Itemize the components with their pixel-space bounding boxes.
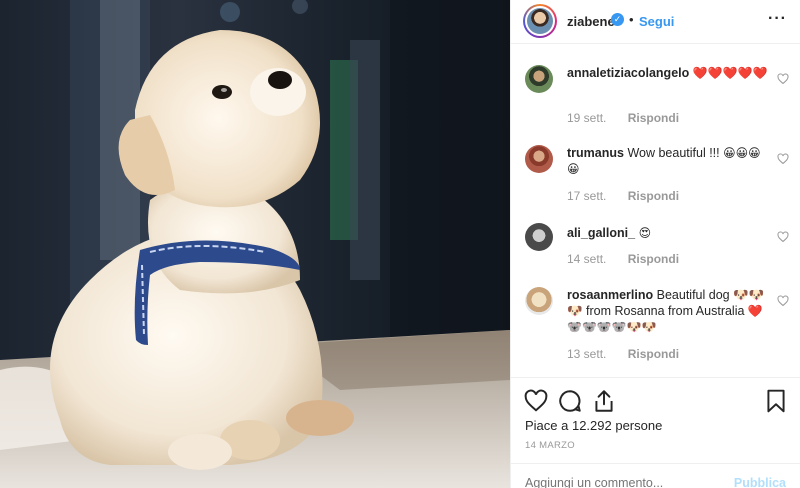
dog-photo <box>0 0 510 488</box>
comment-text: trumanus Wow beautiful !!! 😀😀😀😀 <box>567 145 772 177</box>
reply-button[interactable]: Rispondi <box>628 111 679 125</box>
share-icon[interactable] <box>591 388 617 414</box>
section-divider <box>511 463 800 464</box>
author-avatar[interactable] <box>523 4 557 38</box>
header-separator: • <box>629 12 634 27</box>
comment-body: Wow beautiful !!! <box>627 146 720 160</box>
commenter-avatar[interactable] <box>525 287 553 315</box>
post-header: ziabene ✓ • Segui ··· <box>511 0 800 44</box>
comment-time[interactable]: 14 sett. <box>567 252 606 266</box>
commenter-username[interactable]: ali_galloni_ <box>567 226 635 240</box>
commenter-username[interactable]: annaletiziacolangelo <box>567 66 689 80</box>
commenter-avatar[interactable] <box>525 65 553 93</box>
comment-emoji: 😍 <box>638 226 652 240</box>
comment-text: rosaanmerlino Beautiful dog 🐶🐶🐶 from Ros… <box>567 287 772 335</box>
commenter-avatar[interactable] <box>525 145 553 173</box>
like-comment-heart-icon[interactable] <box>777 295 789 307</box>
follow-button[interactable]: Segui <box>639 14 674 29</box>
comment-meta: 14 sett. Rispondi <box>567 252 679 266</box>
comment-text: ali_galloni_ 😍 <box>567 225 772 241</box>
publish-button[interactable]: Pubblica <box>734 476 786 488</box>
comment-meta: 13 sett. Rispondi <box>567 347 679 361</box>
likes-count[interactable]: Piace a 12.292 persone <box>525 418 662 433</box>
like-heart-icon[interactable] <box>523 388 549 414</box>
like-comment-heart-icon[interactable] <box>777 231 789 243</box>
commenter-username[interactable]: rosaanmerlino <box>567 288 653 302</box>
post-side-panel: ziabene ✓ • Segui ··· annaletiziacolange… <box>510 0 800 488</box>
author-username[interactable]: ziabene <box>567 14 615 29</box>
reply-button[interactable]: Rispondi <box>628 347 679 361</box>
comment-bubble-icon[interactable] <box>557 388 583 414</box>
commenter-username[interactable]: trumanus <box>567 146 624 160</box>
verified-badge-icon: ✓ <box>611 13 624 26</box>
add-comment-input[interactable] <box>525 476 725 488</box>
reply-button[interactable]: Rispondi <box>628 189 679 203</box>
comment-meta: 17 sett. Rispondi <box>567 189 679 203</box>
reply-button[interactable]: Rispondi <box>628 252 679 266</box>
comment-emoji: ❤️❤️❤️❤️❤️ <box>692 66 768 80</box>
post-photo[interactable] <box>0 0 510 488</box>
more-options-icon[interactable]: ··· <box>768 10 787 28</box>
comment-time[interactable]: 13 sett. <box>567 347 606 361</box>
section-divider <box>511 377 800 378</box>
comment-meta: 19 sett. Rispondi <box>567 111 679 125</box>
comment-time[interactable]: 17 sett. <box>567 189 606 203</box>
commenter-avatar[interactable] <box>525 223 553 251</box>
post-date[interactable]: 14 MARZO <box>525 440 575 451</box>
comment-list[interactable]: annaletiziacolangelo ❤️❤️❤️❤️❤️ 19 sett.… <box>511 45 800 377</box>
comment-time[interactable]: 19 sett. <box>567 111 606 125</box>
bookmark-icon[interactable] <box>763 388 789 414</box>
like-comment-heart-icon[interactable] <box>777 73 789 85</box>
like-comment-heart-icon[interactable] <box>777 153 789 165</box>
post-actions-bar <box>511 384 800 420</box>
comment-text: annaletiziacolangelo ❤️❤️❤️❤️❤️ <box>567 65 772 81</box>
avatar-image <box>527 8 553 34</box>
